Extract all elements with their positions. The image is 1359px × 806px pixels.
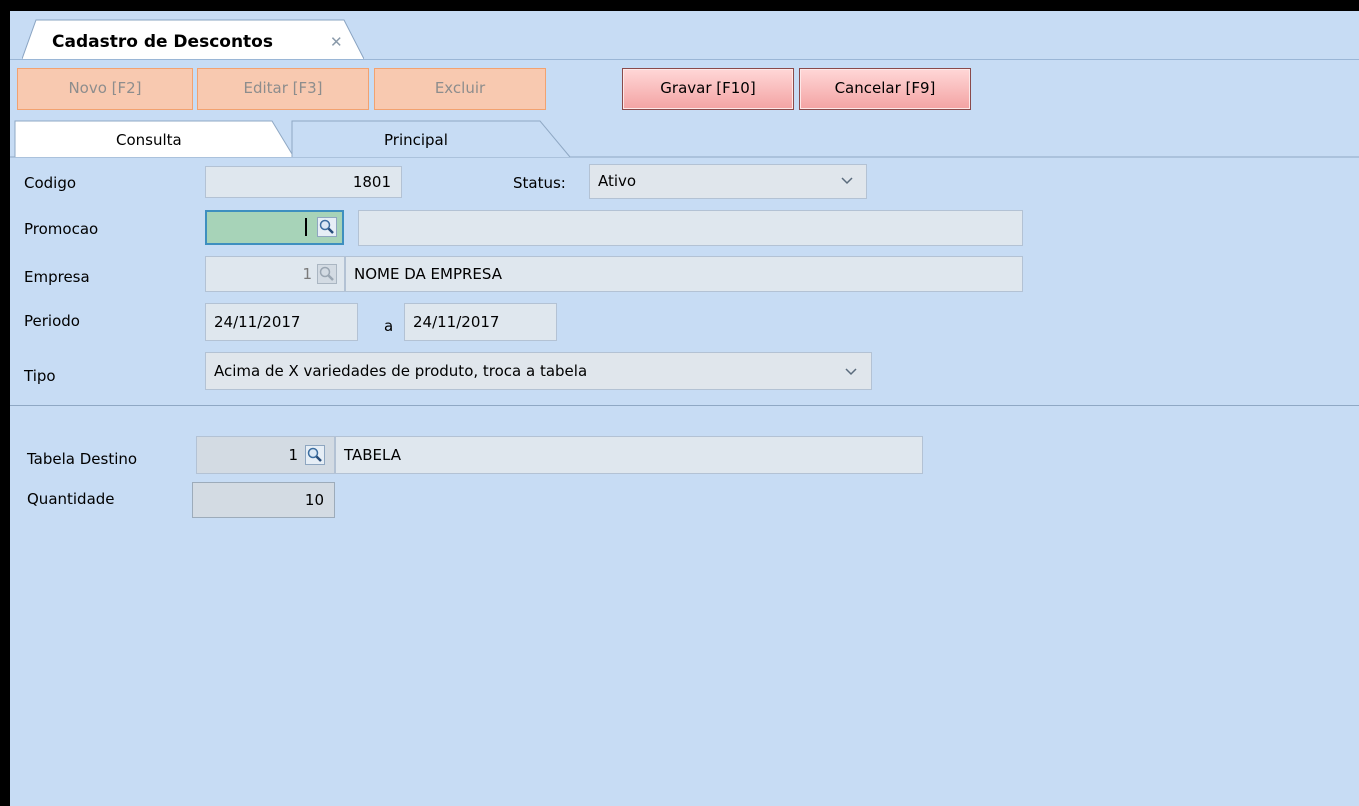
status-value: Ativo (598, 172, 637, 190)
periodo-label: Periodo (24, 312, 80, 330)
tipo-select[interactable]: Acima de X variedades de produto, troca … (205, 352, 872, 390)
excluir-button[interactable]: Excluir (374, 68, 546, 110)
novo-button[interactable]: Novo [F2] (17, 68, 193, 110)
editar-button[interactable]: Editar [F3] (197, 68, 369, 110)
text-caret (305, 218, 307, 236)
empresa-name-field: NOME DA EMPRESA (345, 256, 1023, 292)
status-select[interactable]: Ativo (589, 164, 867, 199)
tipo-label: Tipo (24, 367, 56, 385)
close-icon[interactable]: ✕ (330, 33, 343, 51)
periodo-separator: a (384, 317, 394, 335)
quantidade-label: Quantidade (27, 490, 115, 508)
search-icon[interactable] (305, 445, 325, 465)
promocao-description (358, 210, 1023, 246)
empresa-label: Empresa (24, 268, 90, 286)
cancelar-button[interactable]: Cancelar [F9] (799, 68, 971, 110)
chevron-down-icon[interactable] (844, 367, 858, 377)
status-label: Status: (513, 174, 566, 192)
tabela-destino-name-field: TABELA (335, 436, 923, 474)
search-icon (317, 264, 337, 284)
tab-principal[interactable]: Principal (384, 131, 448, 149)
search-icon[interactable] (317, 217, 337, 237)
codigo-field[interactable]: 1801 (205, 166, 402, 198)
chevron-down-icon[interactable] (840, 176, 854, 186)
codigo-label: Codigo (24, 174, 77, 192)
quantidade-field[interactable]: 10 (192, 482, 335, 518)
tipo-value: Acima de X variedades de produto, troca … (214, 362, 588, 380)
tab-strip (10, 120, 1359, 158)
gravar-button[interactable]: Gravar [F10] (622, 68, 794, 110)
document-tab-title: Cadastro de Descontos (52, 32, 273, 52)
tab-consulta[interactable]: Consulta (116, 131, 182, 149)
tabela-destino-label: Tabela Destino (27, 450, 138, 468)
periodo-inicio-field[interactable]: 24/11/2017 (205, 303, 358, 341)
periodo-fim-field[interactable]: 24/11/2017 (404, 303, 557, 341)
promocao-label: Promocao (24, 220, 99, 238)
section-divider (10, 405, 1359, 406)
